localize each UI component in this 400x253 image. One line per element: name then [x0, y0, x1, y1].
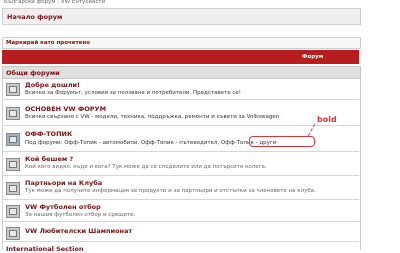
forum-icon	[6, 158, 20, 171]
forum-row: Добре дошли! Всичко за Форумът, условия …	[2, 79, 359, 100]
forum-description: Тук може да получите информация за проду…	[25, 188, 316, 194]
forum-title-link[interactable]: VW Любителски Шампионат	[25, 227, 132, 235]
forum-description: Всичко за Форумът, условия за ползване и…	[25, 90, 241, 96]
forum-title-link[interactable]: Кой бешем ?	[25, 155, 73, 163]
mark-read-link[interactable]: Маркирай като прочетено	[6, 40, 90, 46]
mark-read-bar: Маркирай като прочетено	[2, 37, 361, 49]
forum-column-label: Форум	[302, 54, 324, 60]
annotation-highlight-box	[249, 136, 315, 147]
forum-icon	[6, 182, 20, 195]
category-header: Общи форуми	[2, 66, 361, 79]
forum-icon	[6, 83, 20, 96]
breadcrumb: Начало форум	[2, 8, 361, 25]
forum-new-icon	[6, 133, 20, 146]
forum-table-header: Форум	[2, 50, 359, 64]
forum-row: VW Футболен отбор За нашия футболен отбо…	[2, 201, 359, 222]
forum-row: ОСНОВЕН VW ФОРУМ Всичко свързано с VW - …	[2, 101, 359, 126]
category-title[interactable]: Общи форуми	[6, 69, 60, 77]
forum-description: Всичко свързано с VW - модели, техника, …	[25, 114, 281, 120]
forum-row: Партньори на Клуба Тук може да получите …	[2, 177, 359, 200]
forum-icon	[6, 205, 20, 218]
forum-title-link[interactable]: Партньори на Клуба	[25, 179, 102, 187]
forum-title-link[interactable]: Добре дошли!	[25, 81, 80, 89]
forum-description: За нашия футболен отбор и срещите.	[25, 212, 136, 218]
forum-title-link[interactable]: VW Футболен отбор	[25, 203, 101, 211]
forum-icon	[6, 227, 20, 240]
annotation-label: bold	[317, 115, 337, 124]
bottom-category-title[interactable]: International Section	[6, 245, 83, 253]
subforums-line: Под форуми: Офф-Топик - автомобили, Офф-…	[25, 140, 276, 146]
subforums-list[interactable]: Офф-Топик - автомобили, Офф-Топик - пъте…	[64, 140, 276, 146]
breadcrumb-home-link[interactable]: Начало форум	[7, 13, 62, 21]
forum-row: VW Любителски Шампионат	[2, 223, 359, 242]
top-title-text: Български форум : VW Ентусиасти	[4, 0, 106, 5]
forum-title-link[interactable]: ОСНОВЕН VW ФОРУМ	[25, 105, 106, 113]
forum-icon	[6, 107, 20, 120]
forum-title-link[interactable]: ОФФ-ТОПИК	[25, 130, 72, 138]
forum-row: Кой бешем ? Кой кого видял, къде и кога?…	[2, 153, 359, 176]
forum-description: Кой кого видял, къде и кога? Тук може да…	[25, 164, 267, 170]
subforums-prefix: Под форуми:	[25, 140, 65, 146]
